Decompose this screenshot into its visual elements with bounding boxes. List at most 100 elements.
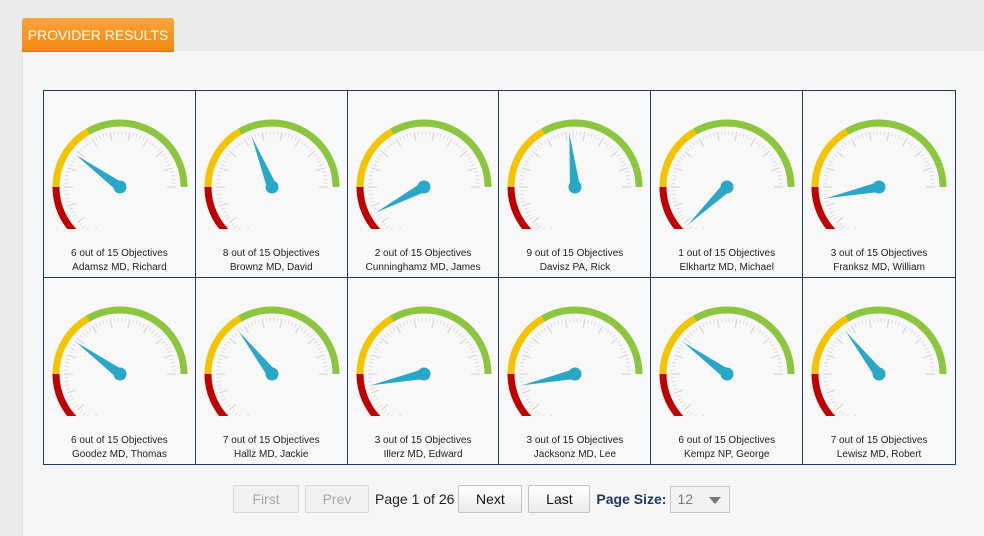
gauge-tick [89,327,91,330]
gauge-tick [824,194,828,195]
gauge-tick [541,414,543,415]
gauge-tick [247,137,249,141]
provider-card[interactable]: 3 out of 15 Objectives Jacksonz MD, Lee [499,278,651,465]
gauge-tick [607,329,609,332]
gauge-tick [280,132,282,141]
provider-card[interactable]: 7 out of 15 Objectives Hallz MD, Jackie [196,278,348,465]
gauge-tick [468,354,476,357]
gauge-tick [221,164,225,166]
gauge-tick [372,208,376,210]
first-page-button[interactable]: First [233,485,299,513]
gauge-tick [929,172,933,173]
gauge-tick [232,335,235,338]
provider-card[interactable]: 6 out of 15 Objectives Goodez MD, Thomas [44,278,196,465]
gauge-tick [389,143,391,146]
gauge-tick [526,398,530,400]
gauge-tick [680,215,683,217]
gauge-tick [461,148,464,151]
provider-card[interactable]: 3 out of 15 Objectives Illerz MD, Edward [348,278,500,465]
gauge-tick [911,143,913,146]
gauge-tick [80,223,83,226]
gauge-tick [751,139,756,147]
gauge-tick [524,164,528,166]
gauge-tick [931,366,935,367]
last-page-button[interactable]: Last [528,485,590,513]
gauge-tick [222,161,226,163]
gauge-tick [914,332,917,335]
gauge-tick [777,172,781,173]
page-size-select[interactable]: 12 [670,486,730,513]
gauge-tick [280,318,282,327]
gauge-tick [461,335,464,338]
gauge-tick [866,319,867,323]
gauge-tick [456,329,458,332]
gauge-tick [673,198,677,199]
gauge-tick [386,226,389,229]
gauge-tick [258,133,259,137]
objectives-count: 6 out of 15 Objectives [651,435,802,446]
gauge-tick [453,141,455,144]
gauge-tick [693,414,695,415]
gauge-tick [673,388,677,389]
provider-card[interactable]: 6 out of 15 Objectives Kempz NP, George [651,278,803,465]
gauge-tick [443,322,445,326]
gauge-tick [232,148,235,151]
gauge-tick [699,325,704,333]
gauge-tick [672,194,676,195]
gauge-tick [869,318,871,327]
gauge-tick [80,148,83,151]
gauge-tick [759,143,761,146]
gauge-tick [291,322,293,326]
gauge-tick [227,341,230,343]
gauge-tick [621,347,625,349]
gauge-tick [842,412,845,415]
next-page-button[interactable]: Next [458,485,522,513]
provider-card[interactable]: 9 out of 15 Objectives Davisz PA, Rick [499,91,651,278]
gauge-tick [65,179,69,180]
gauge-tick [858,135,860,139]
gauge-tick [672,381,676,382]
gauge-tick [110,318,112,327]
gauge-tick [224,157,227,159]
gauge-tick [528,344,531,346]
provider-name: Cunninghamz MD, James [348,262,499,273]
gauge-tick [322,358,326,359]
gauge-tick [839,335,842,338]
gauge-tick [475,175,479,176]
prev-page-button[interactable]: Prev [305,485,369,513]
provider-card[interactable]: 7 out of 15 Objectives Lewisz MD, Robert [803,278,955,465]
gauge-tick [687,335,690,338]
gauge-band-yellow [360,318,392,373]
gauge-tick [547,139,552,147]
gauge-tick [533,151,540,157]
gauge-tick [584,318,586,327]
provider-card[interactable]: 8 out of 15 Objectives Brownz MD, David [196,91,348,278]
provider-results-tab[interactable]: PROVIDER RESULTS [22,18,174,51]
gauge-tick [845,143,847,146]
gauge-tick [765,335,768,338]
gauge-tick [446,137,448,141]
gauge-band-green [695,123,791,187]
gauge-tick [295,137,297,141]
provider-card[interactable]: 2 out of 15 Objectives Cunninghamz MD, J… [348,91,500,278]
gauge-tick [133,133,134,137]
gauge-dial [652,113,802,229]
gauge-tick [414,132,416,141]
gauge-tick [627,366,631,367]
gauge-tick [436,133,437,137]
gauge-tick [923,344,926,346]
gauge-tick [144,325,149,333]
gauge-tick [530,404,533,406]
gauge-dial [500,300,650,416]
provider-card[interactable]: 1 out of 15 Objectives Elkhartz MD, Mich… [651,91,803,278]
gauge-tick [538,145,541,148]
gauge-tick [599,139,604,147]
gauge-tick [222,398,226,400]
provider-card[interactable]: 3 out of 15 Objectives Franksz MD, Willi… [803,91,955,278]
gauge-tick [555,322,557,326]
gauge-tick [474,358,478,359]
gauge-tick [892,319,893,323]
gauge-tick [381,404,388,410]
gauge-tick [378,341,381,343]
provider-card[interactable]: 6 out of 15 Objectives Adamsz MD, Richar… [44,91,196,278]
